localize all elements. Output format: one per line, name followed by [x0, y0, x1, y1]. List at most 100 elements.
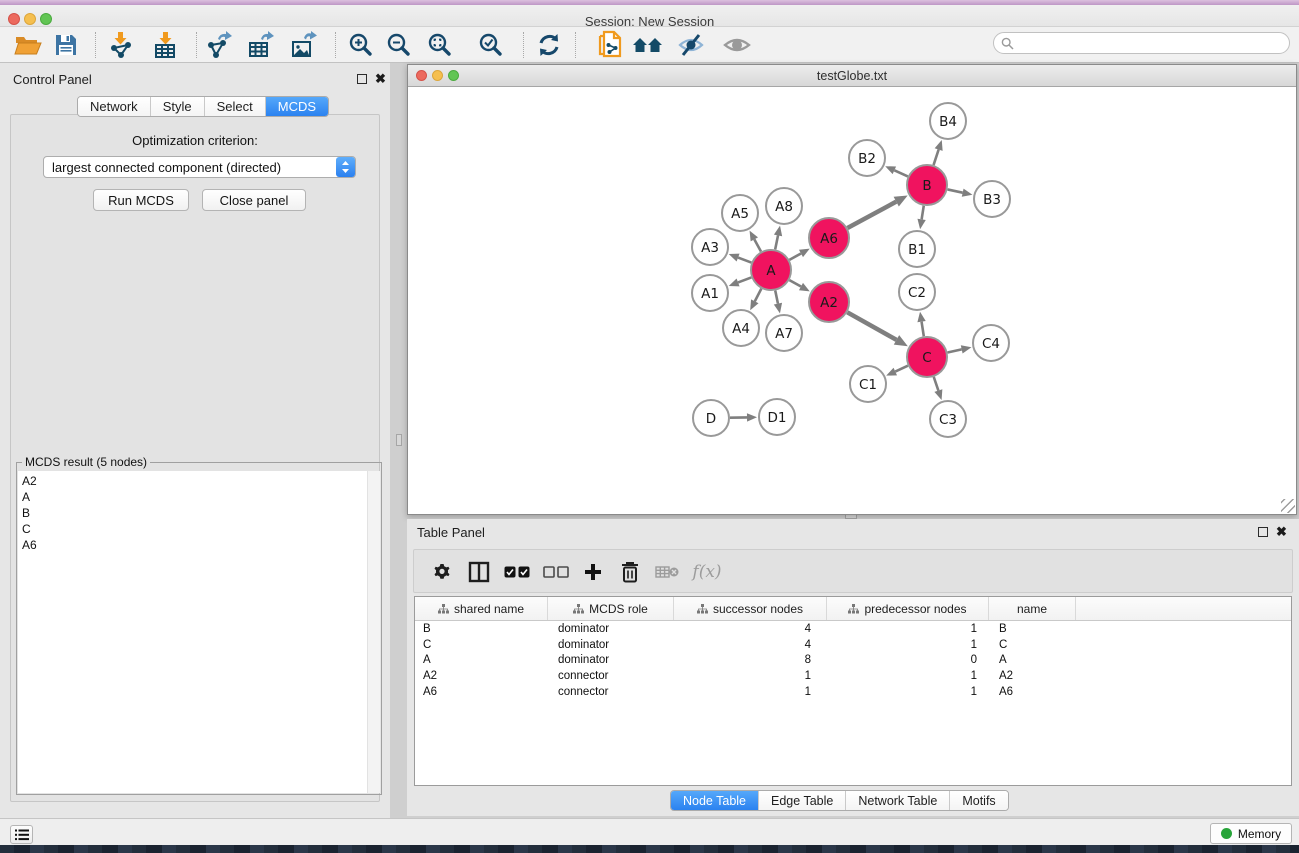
table-cell[interactable]: dominator	[548, 639, 674, 651]
table-cell[interactable]: dominator	[548, 654, 674, 666]
optimization-criterion-dropdown[interactable]: largest connected component (directed)	[43, 156, 356, 178]
table-cell[interactable]: B	[989, 623, 1076, 635]
table-cell[interactable]: 0	[827, 654, 989, 666]
table-cell[interactable]: C	[989, 639, 1076, 651]
close-panel-icon[interactable]: ✖	[375, 73, 386, 84]
run-mcds-button[interactable]: Run MCDS	[93, 189, 189, 211]
column-header-name[interactable]: name	[989, 597, 1076, 620]
mcds-result-item[interactable]: A2	[18, 473, 366, 489]
import-table-icon[interactable]	[150, 30, 182, 60]
mcds-result-list[interactable]: A2ABCA6	[18, 471, 380, 793]
edge-B-B2[interactable]	[894, 170, 907, 176]
table-cell[interactable]: connector	[548, 686, 674, 698]
select-all-checkboxes-icon[interactable]	[502, 557, 532, 587]
zoom-selected-icon[interactable]	[475, 30, 507, 60]
export-image-icon[interactable]	[288, 30, 320, 60]
table-cell[interactable]: 1	[827, 623, 989, 635]
edge-C-C1[interactable]	[895, 366, 908, 372]
mcds-list-scrollbar[interactable]	[367, 471, 380, 793]
search-input[interactable]	[1014, 34, 1289, 52]
tab-network-table[interactable]: Network Table	[845, 791, 949, 810]
edge-A-A5[interactable]	[754, 239, 761, 251]
show-column-icon[interactable]	[464, 557, 494, 587]
tab-mcds[interactable]: MCDS	[265, 97, 328, 116]
edge-B-B3[interactable]	[948, 189, 963, 192]
tab-select[interactable]: Select	[204, 97, 265, 116]
add-column-icon[interactable]	[578, 557, 608, 587]
edge-A-A3[interactable]	[738, 258, 751, 263]
edge-A-A8[interactable]	[775, 235, 778, 249]
hide-selected-icon[interactable]	[675, 30, 707, 60]
tab-motifs[interactable]: Motifs	[949, 791, 1007, 810]
edge-A-A7[interactable]	[775, 291, 778, 304]
edge-C-C2[interactable]	[922, 322, 924, 337]
edge-A-A6[interactable]	[789, 253, 801, 259]
table-row[interactable]: A2connector11A2	[415, 668, 1291, 684]
network-snapshot-icon[interactable]	[594, 30, 626, 60]
edge-A-A1[interactable]	[738, 277, 751, 282]
mcds-result-item[interactable]: B	[18, 505, 366, 521]
float-panel-icon[interactable]	[357, 74, 367, 84]
memory-button[interactable]: Memory	[1210, 823, 1292, 844]
column-header-shared-name[interactable]: shared name	[415, 597, 548, 620]
delete-column-trash-icon[interactable]	[615, 557, 645, 587]
export-network-icon[interactable]	[203, 30, 235, 60]
table-cell[interactable]: A	[989, 654, 1076, 666]
task-history-button[interactable]	[10, 825, 33, 844]
column-header-successor-nodes[interactable]: successor nodes	[674, 597, 827, 620]
settings-gear-icon[interactable]	[427, 557, 457, 587]
edge-B-B1[interactable]	[922, 206, 924, 220]
table-cell[interactable]: 1	[674, 670, 827, 682]
tab-edge-table[interactable]: Edge Table	[758, 791, 845, 810]
table-cell[interactable]: A6	[989, 686, 1076, 698]
table-cell[interactable]: 8	[674, 654, 827, 666]
save-session-icon[interactable]	[50, 30, 82, 60]
table-row[interactable]: Cdominator41C	[415, 637, 1291, 653]
tab-network[interactable]: Network	[78, 97, 150, 116]
node-table[interactable]: shared nameMCDS rolesuccessor nodesprede…	[414, 596, 1292, 786]
edge-A-A4[interactable]	[755, 289, 762, 302]
mcds-result-item[interactable]: C	[18, 521, 366, 537]
mcds-result-item[interactable]: A	[18, 489, 366, 505]
table-cell[interactable]: 4	[674, 623, 827, 635]
mcds-result-item[interactable]: A6	[18, 537, 366, 553]
zoom-out-icon[interactable]	[383, 30, 415, 60]
table-cell[interactable]: A	[415, 654, 548, 666]
tab-style[interactable]: Style	[150, 97, 204, 116]
float-panel-icon[interactable]	[1258, 527, 1268, 537]
first-neighbors-icon[interactable]	[632, 30, 664, 60]
edge-A6-B[interactable]	[847, 202, 896, 228]
edge-C-C4[interactable]	[948, 349, 962, 352]
table-cell[interactable]: 4	[674, 639, 827, 651]
table-cell[interactable]: A2	[989, 670, 1076, 682]
table-row[interactable]: A6connector11A6	[415, 684, 1291, 700]
table-cell[interactable]: A6	[415, 686, 548, 698]
close-panel-icon[interactable]: ✖	[1276, 526, 1287, 537]
deselect-all-checkboxes-icon[interactable]	[541, 557, 571, 587]
table-row[interactable]: Adominator80A	[415, 653, 1291, 669]
table-cell[interactable]: 1	[827, 639, 989, 651]
edge-A2-C[interactable]	[847, 312, 896, 340]
function-builder-icon[interactable]: f(x)	[692, 557, 722, 587]
tab-node-table[interactable]: Node Table	[671, 791, 758, 810]
edge-A-A2[interactable]	[789, 280, 801, 286]
delete-table-icon[interactable]	[652, 557, 682, 587]
table-cell[interactable]: 1	[827, 686, 989, 698]
close-panel-button[interactable]: Close panel	[202, 189, 306, 211]
vertical-split-handle[interactable]	[396, 434, 402, 446]
table-cell[interactable]: B	[415, 623, 548, 635]
show-all-eye-icon[interactable]	[721, 30, 753, 60]
zoom-in-icon[interactable]	[345, 30, 377, 60]
column-header-MCDS-role[interactable]: MCDS role	[548, 597, 674, 620]
zoom-fit-icon[interactable]	[424, 30, 456, 60]
window-resize-grip[interactable]	[1281, 499, 1295, 513]
table-cell[interactable]: C	[415, 639, 548, 651]
column-header-predecessor-nodes[interactable]: predecessor nodes	[827, 597, 989, 620]
table-cell[interactable]: connector	[548, 670, 674, 682]
table-cell[interactable]: 1	[674, 686, 827, 698]
refresh-icon[interactable]	[533, 30, 565, 60]
open-file-icon[interactable]	[12, 30, 44, 60]
table-cell[interactable]: A2	[415, 670, 548, 682]
network-window-titlebar[interactable]: testGlobe.txt	[408, 65, 1296, 87]
table-cell[interactable]: dominator	[548, 623, 674, 635]
